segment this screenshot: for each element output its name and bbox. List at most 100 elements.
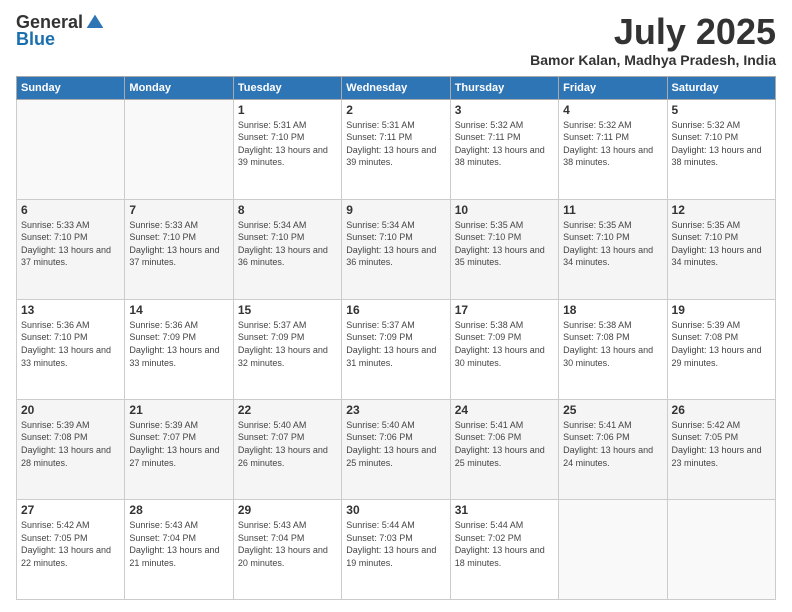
day-number: 27: [21, 503, 120, 517]
col-monday: Monday: [125, 76, 233, 99]
table-row: 23 Sunrise: 5:40 AMSunset: 7:06 PMDayligh…: [342, 399, 450, 499]
calendar-week-row: 27 Sunrise: 5:42 AMSunset: 7:05 PMDayligh…: [17, 499, 776, 599]
day-info: Sunrise: 5:36 AMSunset: 7:09 PMDaylight:…: [129, 319, 228, 369]
table-row: 3 Sunrise: 5:32 AMSunset: 7:11 PMDaylight…: [450, 99, 558, 199]
day-number: 20: [21, 403, 120, 417]
day-number: 23: [346, 403, 445, 417]
day-info: Sunrise: 5:40 AMSunset: 7:07 PMDaylight:…: [238, 419, 337, 469]
day-info: Sunrise: 5:42 AMSunset: 7:05 PMDaylight:…: [672, 419, 771, 469]
day-number: 9: [346, 203, 445, 217]
table-row: 16 Sunrise: 5:37 AMSunset: 7:09 PMDayligh…: [342, 299, 450, 399]
day-info: Sunrise: 5:43 AMSunset: 7:04 PMDaylight:…: [129, 519, 228, 569]
day-info: Sunrise: 5:40 AMSunset: 7:06 PMDaylight:…: [346, 419, 445, 469]
day-info: Sunrise: 5:34 AMSunset: 7:10 PMDaylight:…: [238, 219, 337, 269]
calendar-week-row: 13Sunrise: 5:36 AMSunset: 7:10 PMDayligh…: [17, 299, 776, 399]
table-row: [667, 499, 775, 599]
day-info: Sunrise: 5:35 AMSunset: 7:10 PMDaylight:…: [455, 219, 554, 269]
table-row: 31Sunrise: 5:44 AMSunset: 7:02 PMDayligh…: [450, 499, 558, 599]
table-row: 13Sunrise: 5:36 AMSunset: 7:10 PMDayligh…: [17, 299, 125, 399]
table-row: 22 Sunrise: 5:40 AMSunset: 7:07 PMDayligh…: [233, 399, 341, 499]
logo: General Blue: [16, 12, 105, 50]
page: General Blue July 2025 Bamor Kalan, Madh…: [0, 0, 792, 612]
col-saturday: Saturday: [667, 76, 775, 99]
calendar-week-row: 6Sunrise: 5:33 AMSunset: 7:10 PMDaylight…: [17, 199, 776, 299]
day-info: Sunrise: 5:37 AMSunset: 7:09 PMDaylight:…: [346, 319, 445, 369]
day-number: 5: [672, 103, 771, 117]
day-number: 2: [346, 103, 445, 117]
day-number: 12: [672, 203, 771, 217]
col-tuesday: Tuesday: [233, 76, 341, 99]
day-info: Sunrise: 5:41 AMSunset: 7:06 PMDaylight:…: [455, 419, 554, 469]
day-number: 7: [129, 203, 228, 217]
title-area: July 2025 Bamor Kalan, Madhya Pradesh, I…: [530, 12, 776, 68]
day-info: Sunrise: 5:38 AMSunset: 7:08 PMDaylight:…: [563, 319, 662, 369]
col-friday: Friday: [559, 76, 667, 99]
day-number: 29: [238, 503, 337, 517]
calendar-week-row: 20Sunrise: 5:39 AMSunset: 7:08 PMDayligh…: [17, 399, 776, 499]
table-row: 19 Sunrise: 5:39 AMSunset: 7:08 PMDayligh…: [667, 299, 775, 399]
table-row: 21Sunrise: 5:39 AMSunset: 7:07 PMDayligh…: [125, 399, 233, 499]
day-number: 16: [346, 303, 445, 317]
col-thursday: Thursday: [450, 76, 558, 99]
table-row: 1Sunrise: 5:31 AMSunset: 7:10 PMDaylight…: [233, 99, 341, 199]
col-wednesday: Wednesday: [342, 76, 450, 99]
day-info: Sunrise: 5:38 AMSunset: 7:09 PMDaylight:…: [455, 319, 554, 369]
day-info: Sunrise: 5:32 AMSunset: 7:11 PMDaylight:…: [563, 119, 662, 169]
table-row: 28 Sunrise: 5:43 AMSunset: 7:04 PMDayligh…: [125, 499, 233, 599]
day-number: 10: [455, 203, 554, 217]
day-info: Sunrise: 5:41 AMSunset: 7:06 PMDaylight:…: [563, 419, 662, 469]
day-number: 3: [455, 103, 554, 117]
table-row: 30 Sunrise: 5:44 AMSunset: 7:03 PMDayligh…: [342, 499, 450, 599]
day-info: Sunrise: 5:33 AMSunset: 7:10 PMDaylight:…: [129, 219, 228, 269]
table-row: 7 Sunrise: 5:33 AMSunset: 7:10 PMDaylight…: [125, 199, 233, 299]
day-info: Sunrise: 5:43 AMSunset: 7:04 PMDaylight:…: [238, 519, 337, 569]
day-info: Sunrise: 5:32 AMSunset: 7:11 PMDaylight:…: [455, 119, 554, 169]
day-info: Sunrise: 5:31 AMSunset: 7:11 PMDaylight:…: [346, 119, 445, 169]
table-row: [17, 99, 125, 199]
logo-blue-text: Blue: [16, 29, 55, 50]
day-number: 14: [129, 303, 228, 317]
day-number: 26: [672, 403, 771, 417]
table-row: 25 Sunrise: 5:41 AMSunset: 7:06 PMDayligh…: [559, 399, 667, 499]
table-row: 20Sunrise: 5:39 AMSunset: 7:08 PMDayligh…: [17, 399, 125, 499]
day-number: 25: [563, 403, 662, 417]
location: Bamor Kalan, Madhya Pradesh, India: [530, 52, 776, 68]
table-row: 6Sunrise: 5:33 AMSunset: 7:10 PMDaylight…: [17, 199, 125, 299]
header: General Blue July 2025 Bamor Kalan, Madh…: [16, 12, 776, 68]
calendar-table: Sunday Monday Tuesday Wednesday Thursday…: [16, 76, 776, 600]
day-info: Sunrise: 5:32 AMSunset: 7:10 PMDaylight:…: [672, 119, 771, 169]
day-info: Sunrise: 5:33 AMSunset: 7:10 PMDaylight:…: [21, 219, 120, 269]
day-number: 28: [129, 503, 228, 517]
table-row: 8Sunrise: 5:34 AMSunset: 7:10 PMDaylight…: [233, 199, 341, 299]
day-info: Sunrise: 5:42 AMSunset: 7:05 PMDaylight:…: [21, 519, 120, 569]
day-info: Sunrise: 5:37 AMSunset: 7:09 PMDaylight:…: [238, 319, 337, 369]
day-number: 15: [238, 303, 337, 317]
day-info: Sunrise: 5:31 AMSunset: 7:10 PMDaylight:…: [238, 119, 337, 169]
table-row: 5 Sunrise: 5:32 AMSunset: 7:10 PMDaylight…: [667, 99, 775, 199]
table-row: 9 Sunrise: 5:34 AMSunset: 7:10 PMDaylight…: [342, 199, 450, 299]
day-info: Sunrise: 5:39 AMSunset: 7:08 PMDaylight:…: [672, 319, 771, 369]
day-info: Sunrise: 5:34 AMSunset: 7:10 PMDaylight:…: [346, 219, 445, 269]
day-info: Sunrise: 5:35 AMSunset: 7:10 PMDaylight:…: [563, 219, 662, 269]
day-number: 31: [455, 503, 554, 517]
table-row: 12 Sunrise: 5:35 AMSunset: 7:10 PMDayligh…: [667, 199, 775, 299]
calendar-week-row: 1Sunrise: 5:31 AMSunset: 7:10 PMDaylight…: [17, 99, 776, 199]
day-number: 22: [238, 403, 337, 417]
month-year: July 2025: [530, 12, 776, 52]
table-row: 27 Sunrise: 5:42 AMSunset: 7:05 PMDayligh…: [17, 499, 125, 599]
table-row: [125, 99, 233, 199]
table-row: 26 Sunrise: 5:42 AMSunset: 7:05 PMDayligh…: [667, 399, 775, 499]
day-info: Sunrise: 5:35 AMSunset: 7:10 PMDaylight:…: [672, 219, 771, 269]
day-number: 11: [563, 203, 662, 217]
table-row: 15 Sunrise: 5:37 AMSunset: 7:09 PMDayligh…: [233, 299, 341, 399]
table-row: 14 Sunrise: 5:36 AMSunset: 7:09 PMDayligh…: [125, 299, 233, 399]
calendar-header-row: Sunday Monday Tuesday Wednesday Thursday…: [17, 76, 776, 99]
day-number: 13: [21, 303, 120, 317]
table-row: 17Sunrise: 5:38 AMSunset: 7:09 PMDayligh…: [450, 299, 558, 399]
table-row: 4 Sunrise: 5:32 AMSunset: 7:11 PMDaylight…: [559, 99, 667, 199]
day-number: 4: [563, 103, 662, 117]
day-number: 30: [346, 503, 445, 517]
day-number: 24: [455, 403, 554, 417]
day-info: Sunrise: 5:44 AMSunset: 7:03 PMDaylight:…: [346, 519, 445, 569]
day-number: 19: [672, 303, 771, 317]
